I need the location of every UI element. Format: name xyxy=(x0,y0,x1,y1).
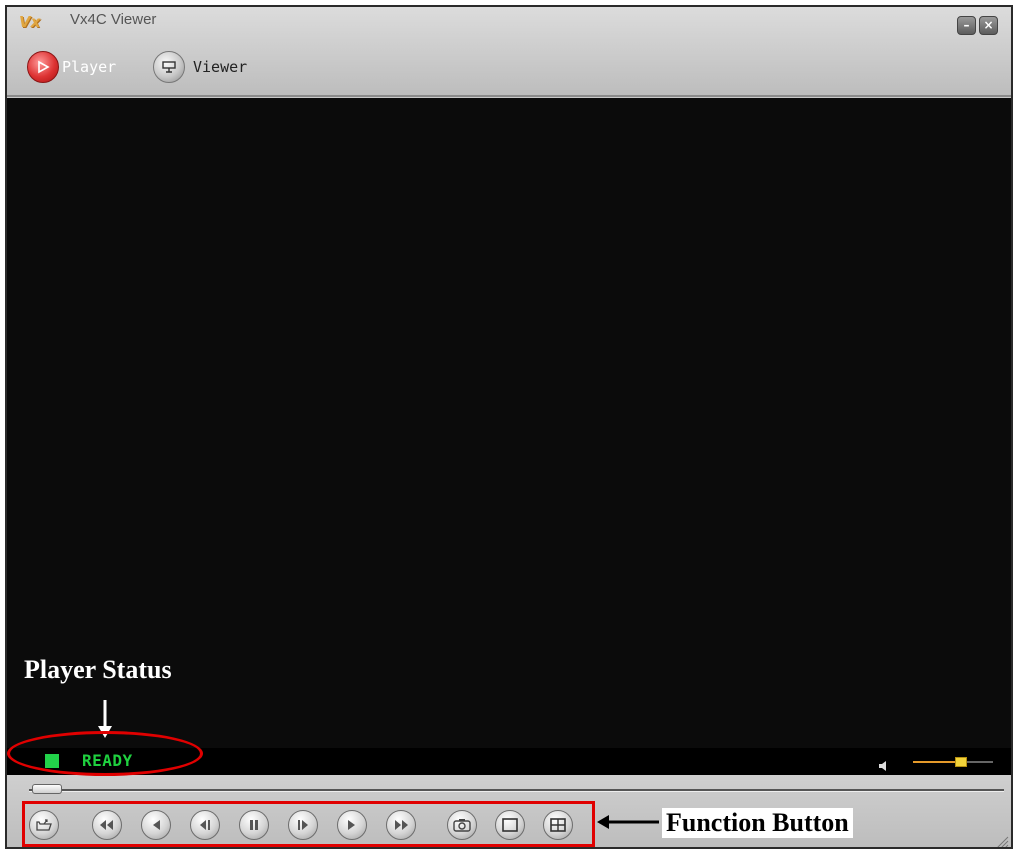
step-backward-button[interactable] xyxy=(190,810,220,840)
snapshot-button[interactable] xyxy=(447,810,477,840)
volume-thumb[interactable] xyxy=(955,757,967,767)
left-arrow-icon xyxy=(597,815,659,829)
resize-grip-icon[interactable] xyxy=(993,833,1009,847)
seek-bar[interactable] xyxy=(29,789,1004,792)
quad-view-button[interactable] xyxy=(543,810,573,840)
open-folder-icon xyxy=(36,818,52,832)
app-window: Vx Vx4C Viewer – × Player Viewer READY xyxy=(5,5,1013,849)
title-bar: Vx Vx4C Viewer – × Player Viewer xyxy=(7,7,1011,97)
speaker-icon[interactable] xyxy=(879,756,889,771)
volume-fill xyxy=(913,761,961,763)
player-mode-button[interactable]: Player xyxy=(27,51,116,83)
step-forward-icon xyxy=(296,820,310,830)
step-backward-icon xyxy=(198,820,212,830)
play-icon xyxy=(27,51,59,83)
function-button-annotation: Function Button xyxy=(662,808,853,838)
minimize-button[interactable]: – xyxy=(957,16,976,35)
close-button[interactable]: × xyxy=(979,16,998,35)
player-mode-label: Player xyxy=(62,58,117,76)
viewer-mode-label: Viewer xyxy=(193,58,248,76)
seek-thumb[interactable] xyxy=(32,784,62,794)
single-view-button[interactable] xyxy=(495,810,525,840)
fast-forward-icon xyxy=(392,820,410,830)
player-status-annotation: Player Status xyxy=(24,655,172,684)
single-screen-icon xyxy=(502,818,518,832)
app-logo: Vx xyxy=(19,13,41,31)
pause-button[interactable] xyxy=(239,810,269,840)
viewer-mode-button[interactable]: Viewer xyxy=(153,51,247,83)
rewind-icon xyxy=(149,820,163,830)
fast-rewind-icon xyxy=(98,820,116,830)
quad-screen-icon xyxy=(550,818,566,832)
camera-icon xyxy=(453,818,471,832)
play-button[interactable] xyxy=(337,810,367,840)
video-display-area[interactable] xyxy=(7,98,1011,748)
open-file-button[interactable] xyxy=(29,810,59,840)
player-status-highlight xyxy=(7,731,203,776)
fast-forward-button[interactable] xyxy=(386,810,416,840)
display-icon xyxy=(153,51,185,83)
control-panel xyxy=(7,775,1011,847)
pause-icon xyxy=(249,820,259,830)
step-forward-button[interactable] xyxy=(288,810,318,840)
volume-slider[interactable] xyxy=(913,757,993,767)
app-title: Vx4C Viewer xyxy=(70,11,157,28)
play-icon xyxy=(345,820,359,830)
rewind-button[interactable] xyxy=(141,810,171,840)
fast-rewind-button[interactable] xyxy=(92,810,122,840)
